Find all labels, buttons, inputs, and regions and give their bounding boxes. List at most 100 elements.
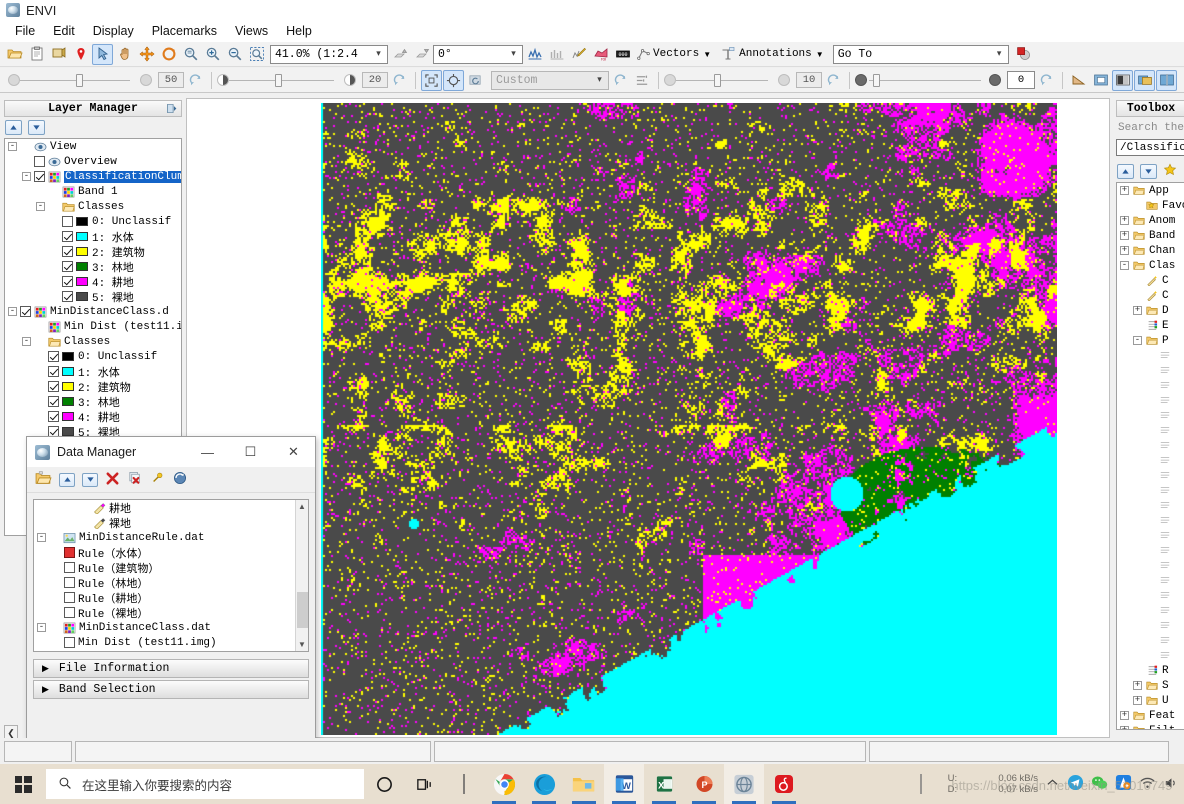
down-layer-icon[interactable] — [411, 44, 432, 65]
crop-icon[interactable] — [48, 44, 69, 65]
counter-icon[interactable]: 000 — [612, 44, 633, 65]
chevron-up-icon[interactable] — [1045, 776, 1060, 792]
scroll-down-icon[interactable]: ▼ — [296, 638, 308, 651]
portal-icon[interactable] — [1090, 70, 1111, 91]
menu-help[interactable]: Help — [277, 22, 321, 40]
layer-tree-item[interactable]: 5: 裸地 — [5, 289, 181, 305]
vectors-icon[interactable] — [634, 44, 652, 65]
move-up-icon[interactable] — [59, 472, 75, 487]
layer-tree-item[interactable]: 4: 耕地 — [5, 274, 181, 290]
toolbox-tree-item[interactable] — [1117, 348, 1184, 363]
layer-tree-item[interactable]: - MinDistanceClass.d — [5, 304, 181, 319]
envi-icon[interactable] — [724, 764, 764, 804]
open-file-icon[interactable] — [35, 470, 52, 490]
toolbox-tree-item[interactable]: - Clas — [1117, 258, 1184, 273]
sharpen-slider[interactable] — [664, 73, 790, 87]
menu-display[interactable]: Display — [84, 22, 143, 40]
toolbox-tree-item[interactable]: + Feat — [1117, 708, 1184, 723]
layer-tree-item[interactable]: Band 1 — [5, 184, 181, 199]
layer-tree-item[interactable]: Min Dist (test11.i — [5, 319, 181, 334]
word-icon[interactable]: W — [604, 764, 644, 804]
data-manager-tree-item[interactable]: - MinDistanceClass.dat — [34, 620, 295, 635]
toolbox-path-input[interactable]: /Classifica — [1116, 139, 1184, 156]
goto-combo[interactable]: Go To ▾ — [832, 44, 1009, 64]
zoom-in-icon[interactable] — [202, 44, 223, 65]
translate-icon[interactable] — [1115, 774, 1132, 794]
layer-visibility-checkbox[interactable] — [48, 396, 59, 407]
windows-start-icon[interactable] — [0, 764, 46, 804]
brightness-slider[interactable] — [8, 73, 152, 87]
reset-transparency-icon[interactable] — [1036, 70, 1057, 91]
layer-visibility-checkbox[interactable] — [62, 231, 73, 242]
toolbox-tree-item[interactable] — [1117, 528, 1184, 543]
layer-visibility-checkbox[interactable] — [62, 246, 73, 257]
expand-node-icon[interactable]: + — [1120, 246, 1129, 255]
close-button[interactable]: ✕ — [272, 437, 315, 467]
pan-hand-icon[interactable] — [114, 44, 135, 65]
brightness-value[interactable]: 50 — [158, 72, 184, 88]
expand-node-icon[interactable]: + — [1133, 681, 1142, 690]
reset-sharpen-icon[interactable] — [823, 70, 844, 91]
zoom-box-icon[interactable] — [246, 44, 267, 65]
volume-icon[interactable] — [1163, 776, 1178, 793]
band-selection-accordion[interactable]: ▶ Band Selection — [33, 680, 309, 699]
data-manager-tree-item[interactable]: Rule（建筑物） — [34, 560, 295, 576]
toolbox-tree-item[interactable] — [1117, 363, 1184, 378]
annotations-label[interactable]: Annotations — [739, 48, 812, 60]
up-layer-icon[interactable] — [389, 44, 410, 65]
expand-node-icon[interactable]: + — [1120, 231, 1129, 240]
contrast-slider[interactable] — [217, 73, 356, 87]
collapse-node-icon[interactable]: - — [8, 142, 17, 151]
zoom-to-extent-icon[interactable] — [180, 44, 201, 65]
vectors-label[interactable]: Vectors — [653, 48, 699, 60]
reset-stretch-icon[interactable] — [610, 70, 631, 91]
toolbox-tree-item[interactable] — [1117, 483, 1184, 498]
histogram-stretch-icon[interactable] — [632, 70, 653, 91]
toolbox-tree-item[interactable] — [1117, 453, 1184, 468]
layer-visibility-checkbox[interactable] — [64, 562, 75, 573]
annotations-chevron-down-icon[interactable]: ▼ — [816, 50, 824, 59]
menu-placemarks[interactable]: Placemarks — [143, 22, 226, 40]
layer-tree-item[interactable]: 0: Unclassif — [5, 214, 181, 229]
taskbar-search-input[interactable]: 在这里输入你要搜索的内容 — [46, 769, 364, 799]
pencil-profile-icon[interactable] — [568, 44, 589, 65]
data-manager-dialog[interactable]: Data Manager — ☐ ✕ 耕地 裸地 - MinDistanceRu… — [26, 436, 316, 763]
toolbox-tree-item[interactable] — [1117, 543, 1184, 558]
move-layer-down-icon[interactable] — [28, 120, 45, 135]
roi-icon[interactable]: roi — [590, 44, 611, 65]
layer-visibility-checkbox[interactable] — [64, 637, 75, 648]
layer-tree-item[interactable]: 1: 水体 — [5, 364, 181, 380]
classification-map-image[interactable] — [321, 103, 1057, 735]
data-manager-scrollbar[interactable]: ▲ ▼ — [295, 500, 308, 651]
data-manager-tree-item[interactable]: Rule（林地） — [34, 575, 295, 591]
toolbox-tree-item[interactable]: + Anom — [1117, 213, 1184, 228]
edge-icon[interactable] — [524, 764, 564, 804]
toolbox-tree-item[interactable]: + U — [1117, 693, 1184, 708]
task-view-icon[interactable] — [404, 764, 444, 804]
rotate-icon[interactable] — [158, 44, 179, 65]
toolbox-tree-item[interactable]: + Chan — [1117, 243, 1184, 258]
toolbox-tree-item[interactable] — [1117, 588, 1184, 603]
wifi-icon[interactable] — [1139, 776, 1156, 793]
collapse-node-icon[interactable]: - — [1120, 261, 1129, 270]
flicker-icon[interactable] — [1134, 69, 1155, 91]
menu-file[interactable]: File — [6, 22, 44, 40]
toolbox-up-icon[interactable] — [1117, 164, 1134, 179]
layer-visibility-checkbox[interactable] — [62, 261, 73, 272]
reset-brightness-icon[interactable] — [185, 70, 206, 91]
toolbox-tree-item[interactable] — [1117, 498, 1184, 513]
full-extent-icon[interactable] — [421, 69, 442, 91]
layer-tree-item[interactable]: - Classes — [5, 199, 181, 214]
rotation-combo[interactable]: 0° ▾ — [433, 44, 523, 64]
data-manager-tree-item[interactable]: Rule（裸地） — [34, 605, 295, 621]
contrast-value[interactable]: 20 — [362, 72, 388, 88]
clipboard-icon[interactable] — [26, 44, 47, 65]
toolbox-tree-item[interactable] — [1117, 423, 1184, 438]
open-file-icon[interactable] — [4, 44, 25, 65]
toolbox-tree-item[interactable]: E — [1117, 318, 1184, 333]
layer-visibility-checkbox[interactable] — [48, 351, 59, 362]
layer-tree-item[interactable]: 0: Unclassif — [5, 349, 181, 364]
select-arrow-icon[interactable] — [92, 43, 113, 65]
measure-icon[interactable] — [1068, 70, 1089, 91]
toolbox-tree-item[interactable]: + D — [1117, 303, 1184, 318]
